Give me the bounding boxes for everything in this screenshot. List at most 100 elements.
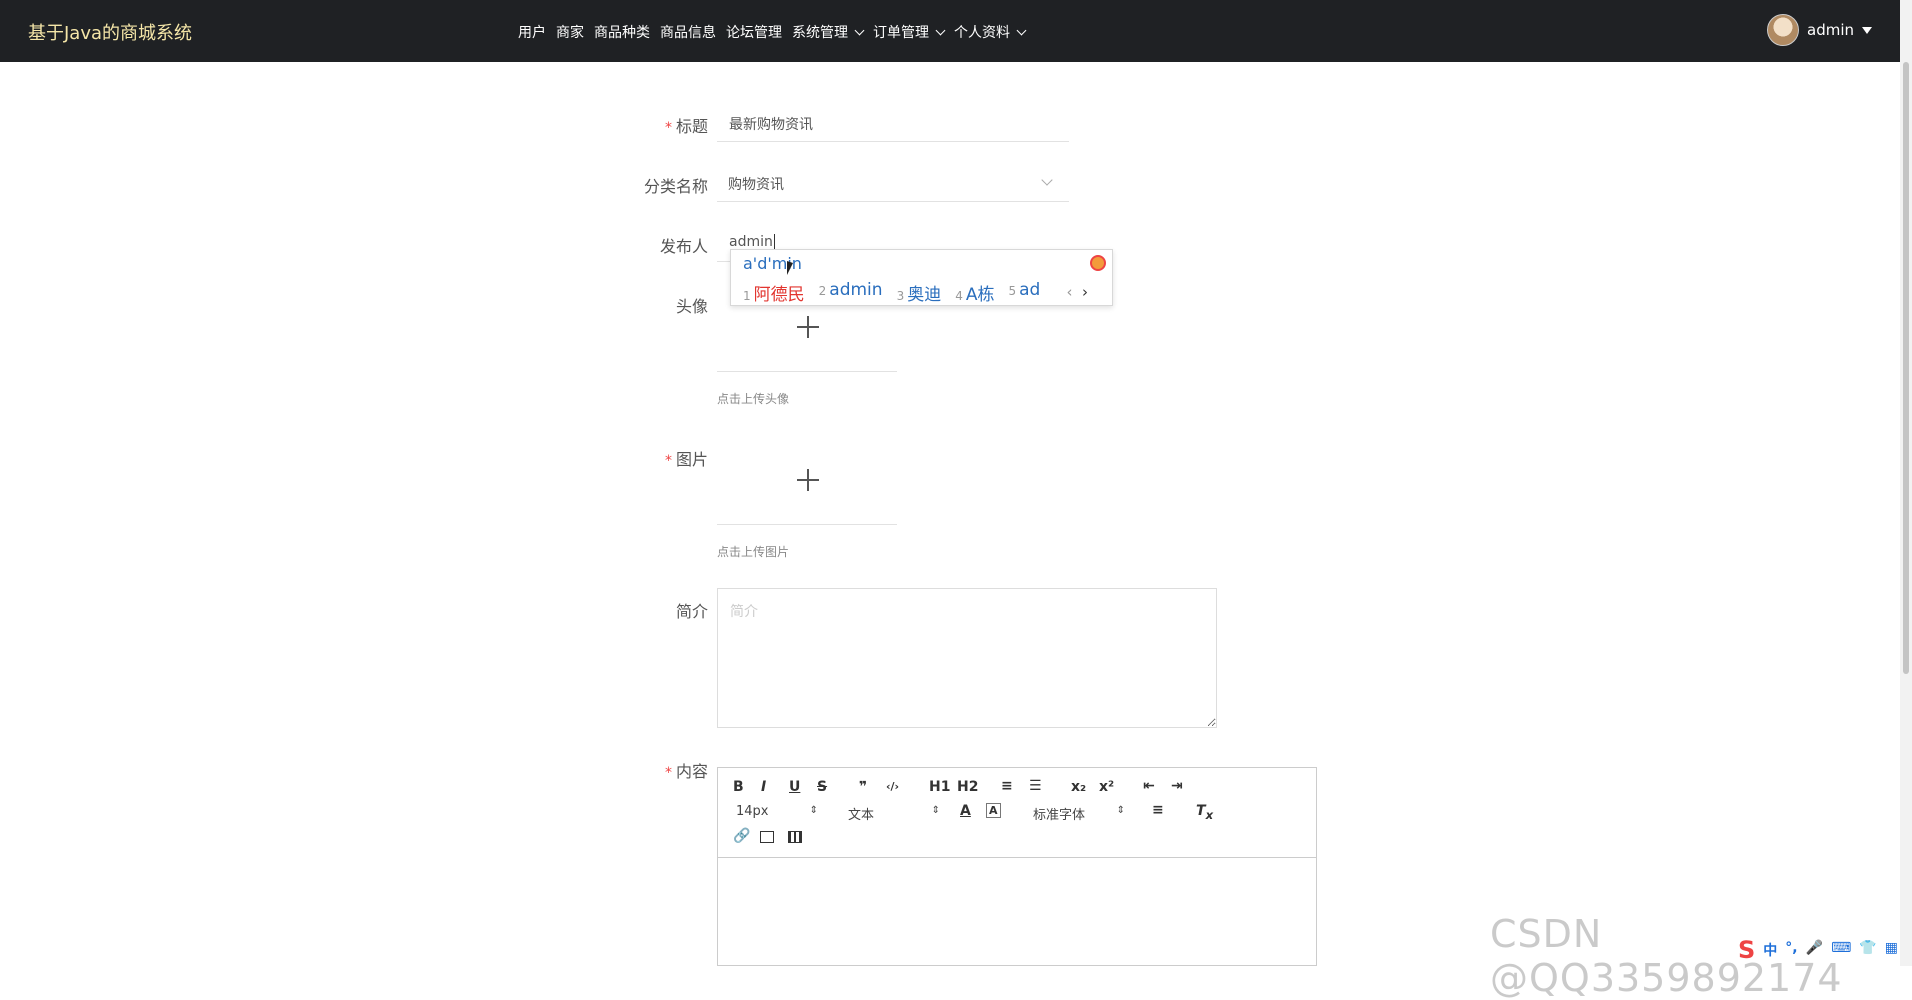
title-label: * 标题 xyxy=(588,113,708,137)
page-scrollbar[interactable] xyxy=(1900,0,1912,966)
user-menu[interactable]: admin xyxy=(1767,14,1872,46)
editor-content-area[interactable] xyxy=(718,858,1316,966)
nav-item-system-label: 系统管理 xyxy=(792,25,848,41)
candidate-text: A栋 xyxy=(965,285,995,305)
code-block-button[interactable]: ‹/› xyxy=(886,780,899,793)
select-arrows-icon: ⇕ xyxy=(1116,805,1125,816)
header-select[interactable]: 文本 ⇕ xyxy=(848,804,940,823)
ime-pinyin: a'd'min xyxy=(743,254,802,273)
font-family-select[interactable]: 标准字体 ⇕ xyxy=(1033,804,1125,823)
ime-candidate-window: a'd'min 1 阿德民 2 admin 3 奥迪 4 A栋 5 ad ‹ › xyxy=(730,249,1113,306)
username: admin xyxy=(1807,21,1854,39)
strike-button[interactable]: S xyxy=(817,779,827,795)
nav-item-forum[interactable]: 论坛管理 xyxy=(726,22,782,42)
chevron-down-icon xyxy=(1016,25,1027,36)
candidate-number: 1 xyxy=(743,289,751,303)
plus-icon xyxy=(797,469,819,491)
mouse-cursor-icon xyxy=(787,261,793,275)
nav-item-orders[interactable]: 订单管理 xyxy=(873,22,946,42)
blockquote-button[interactable]: ❞ xyxy=(859,779,867,795)
nav-item-users[interactable]: 用户 xyxy=(518,22,546,42)
candidate-text: admin xyxy=(829,280,883,300)
skin-icon[interactable]: 👕 xyxy=(1859,940,1876,960)
candidate-text: 奥迪 xyxy=(907,285,942,305)
background-color-icon[interactable]: A xyxy=(986,803,1001,818)
select-arrows-icon: ⇕ xyxy=(931,805,940,816)
ime-logo-icon[interactable] xyxy=(1090,255,1106,271)
font-size-select[interactable]: 14px ⇕ xyxy=(736,804,818,819)
avatar-label: 头像 xyxy=(675,297,708,316)
publisher-label: 发布人 xyxy=(659,237,708,256)
description-label: 简介 xyxy=(675,602,708,621)
chevron-down-icon xyxy=(935,25,946,36)
ime-candidates: 1 阿德民 2 admin 3 奥迪 4 A栋 5 ad xyxy=(743,280,1040,305)
superscript-button[interactable]: x² xyxy=(1099,779,1114,795)
image-upload-hint: 点击上传图片 xyxy=(717,545,790,559)
bold-button[interactable]: B xyxy=(733,779,744,795)
h1-button[interactable]: H1 xyxy=(929,779,950,795)
category-label: 分类名称 xyxy=(643,177,708,196)
required-mark: * xyxy=(664,765,672,781)
editor-toolbar: B I U S ❞ ‹/› H1 H2 ≡ ☰ x₂ x² ⇤ ⇥ 14px ⇕ … xyxy=(718,768,1316,858)
ime-candidate[interactable]: 3 奥迪 xyxy=(897,280,942,305)
ordered-list-button[interactable]: ≡ xyxy=(1001,778,1013,794)
ime-candidate[interactable]: 1 阿德民 xyxy=(743,280,805,305)
candidate-text: 阿德民 xyxy=(753,285,805,305)
nav-item-system[interactable]: 系统管理 xyxy=(792,22,865,42)
microphone-icon[interactable]: 🎤 xyxy=(1806,940,1823,960)
link-icon[interactable]: 🔗 xyxy=(733,828,750,844)
description-textarea[interactable] xyxy=(717,588,1217,728)
candidate-number: 5 xyxy=(1008,284,1017,298)
indent-button[interactable]: ⇥ xyxy=(1171,778,1183,794)
plus-icon xyxy=(797,316,819,338)
chevron-down-icon xyxy=(854,25,865,36)
bullet-list-button[interactable]: ☰ xyxy=(1029,778,1042,794)
align-icon[interactable]: ≡ xyxy=(1152,802,1164,818)
avatar-upload-hint: 点击上传头像 xyxy=(717,392,790,406)
caret-down-icon xyxy=(1862,26,1872,34)
video-icon[interactable] xyxy=(788,831,802,843)
ime-prev-button[interactable]: ‹ xyxy=(1066,283,1072,301)
ime-pager: ‹ › xyxy=(1066,283,1088,301)
ime-candidate[interactable]: 2 admin xyxy=(819,280,883,305)
scrollbar-thumb[interactable] xyxy=(1903,62,1909,674)
ime-candidate[interactable]: 5 ad xyxy=(1008,280,1040,305)
toolbox-icon[interactable]: ▦ xyxy=(1885,940,1898,960)
keyboard-icon[interactable]: ⌨ xyxy=(1831,940,1851,960)
nav-item-product-categories[interactable]: 商品种类 xyxy=(594,22,650,42)
content-label: * 内容 xyxy=(588,758,708,782)
app-brand[interactable]: 基于Java的商城系统 xyxy=(28,19,192,45)
image-icon[interactable] xyxy=(760,831,774,843)
title-input-value: 最新购物资讯 xyxy=(729,117,813,133)
font-size-value: 14px xyxy=(736,804,769,819)
ime-candidate[interactable]: 4 A栋 xyxy=(955,280,994,305)
avatar xyxy=(1767,14,1799,46)
nav-item-merchants[interactable]: 商家 xyxy=(556,22,584,42)
main-nav: 用户 商家 商品种类 商品信息 论坛管理 系统管理 订单管理 个人资料 xyxy=(518,22,1027,42)
category-select-value: 购物资讯 xyxy=(728,177,784,193)
tray-chinese-mode[interactable]: 中 xyxy=(1763,940,1777,960)
required-mark: * xyxy=(664,120,672,136)
italic-button[interactable]: I xyxy=(761,779,766,795)
nav-item-product-info[interactable]: 商品信息 xyxy=(660,22,716,42)
required-mark: * xyxy=(664,453,672,469)
tray-punctuation[interactable]: °, xyxy=(1785,940,1797,960)
ime-status-tray: S 中 °, 🎤 ⌨ 👕 ▦ xyxy=(1738,938,1898,962)
outdent-button[interactable]: ⇤ xyxy=(1143,778,1155,794)
h2-button[interactable]: H2 xyxy=(957,779,978,795)
font-color-icon[interactable]: A xyxy=(960,803,971,819)
ime-next-button[interactable]: › xyxy=(1082,283,1088,301)
publisher-input-value: admin xyxy=(729,234,775,250)
subscript-button[interactable]: x₂ xyxy=(1071,779,1086,795)
candidate-number: 3 xyxy=(896,289,905,303)
content-label-text: 内容 xyxy=(675,762,708,781)
candidate-text: ad xyxy=(1019,280,1041,300)
nav-item-profile[interactable]: 个人资料 xyxy=(954,22,1027,42)
nav-item-orders-label: 订单管理 xyxy=(873,25,929,41)
underline-button[interactable]: U xyxy=(789,779,800,795)
image-label: * 图片 xyxy=(588,446,708,470)
sogou-logo-icon[interactable]: S xyxy=(1738,938,1755,962)
candidate-number: 4 xyxy=(955,289,963,303)
clear-format-icon[interactable]: Tx xyxy=(1196,803,1213,822)
rich-text-editor: B I U S ❞ ‹/› H1 H2 ≡ ☰ x₂ x² ⇤ ⇥ 14px ⇕ … xyxy=(717,767,1317,966)
